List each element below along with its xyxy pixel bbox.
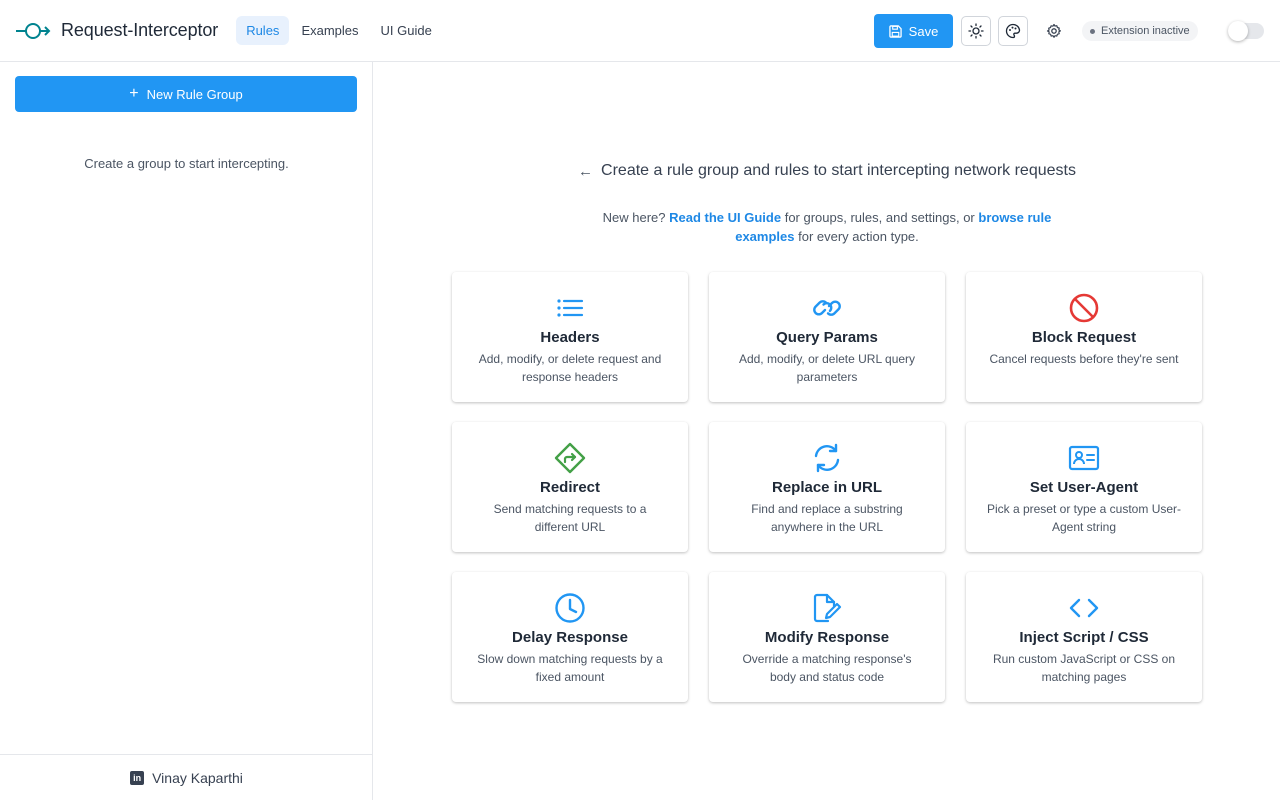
nav-tabs: Rules Examples UI Guide: [236, 16, 442, 45]
card-headers[interactable]: Headers Add, modify, or delete request a…: [452, 272, 688, 402]
new-rule-group-button[interactable]: + New Rule Group: [15, 76, 357, 112]
author-name: Vinay Kaparthi: [152, 769, 243, 786]
card-title: Block Request: [1031, 329, 1137, 346]
link-icon: [813, 300, 841, 316]
sidebar-empty-message: Create a group to start intercepting.: [84, 156, 289, 171]
id-card-icon: [1068, 445, 1100, 471]
card-description: Add, modify, or delete request and respo…: [478, 352, 662, 384]
linkedin-icon: in: [130, 770, 145, 785]
gear-icon: [1046, 23, 1061, 38]
card-description: Pick a preset or type a custom User-Agen…: [986, 502, 1182, 534]
sidebar-footer[interactable]: in Vinay Kaparthi: [0, 754, 373, 800]
card-query-params[interactable]: Query Params Add, modify, or delete URL …: [709, 272, 945, 402]
card-title: Set User-Agent: [1029, 479, 1139, 496]
status-dot: [1090, 28, 1095, 34]
card-modify-response[interactable]: Modify Response Override a matching resp…: [709, 572, 945, 702]
palette-button[interactable]: [998, 16, 1028, 46]
card-title: Headers: [540, 329, 600, 346]
card-description: Run custom JavaScript or CSS on matching…: [992, 652, 1176, 684]
card-title: Modify Response: [764, 629, 890, 646]
save-button[interactable]: Save: [874, 14, 953, 48]
sidebar: + New Rule Group Create a group to start…: [0, 62, 373, 800]
card-description: Override a matching response's body and …: [742, 652, 912, 684]
top-bar: Request-Interceptor Rules Examples UI Gu…: [0, 0, 1280, 62]
main-heading-text: Create a rule group and rules to start i…: [601, 162, 1076, 179]
plus-icon: +: [129, 85, 139, 102]
status-text: Extension inactive: [1101, 25, 1190, 37]
block-icon: [1069, 293, 1099, 323]
status-badge: Extension inactive: [1082, 21, 1198, 41]
redirect-icon: [554, 442, 586, 474]
card-title: Query Params: [776, 329, 878, 346]
tab-examples[interactable]: Examples: [291, 16, 368, 45]
card-inject-script[interactable]: Inject Script / CSS Run custom JavaScrip…: [966, 572, 1202, 702]
logo-icon: [16, 22, 51, 39]
clock-icon: [555, 593, 585, 623]
main-content: ← Create a rule group and rules to start…: [374, 62, 1280, 800]
main-heading: ← Create a rule group and rules to start…: [374, 162, 1280, 180]
list-icon: [557, 299, 584, 317]
save-icon: [888, 24, 902, 38]
ui-guide-link[interactable]: Read the UI Guide: [669, 210, 781, 225]
card-set-user-agent[interactable]: Set User-Agent Pick a preset or type a c…: [966, 422, 1202, 552]
card-delay-response[interactable]: Delay Response Slow down matching reques…: [452, 572, 688, 702]
edit-document-icon: [813, 593, 842, 623]
card-title: Redirect: [539, 479, 601, 496]
new-rule-group-label: New Rule Group: [146, 86, 243, 102]
help-suffix: for every action type.: [794, 229, 919, 244]
save-label: Save: [908, 23, 939, 39]
sun-icon: [968, 23, 984, 39]
extension-toggle[interactable]: [1228, 21, 1264, 41]
app-title: Request-Interceptor: [61, 20, 219, 40]
card-block-request[interactable]: Block Request Cancel requests before the…: [966, 272, 1202, 402]
help-prefix: New here?: [602, 210, 670, 225]
palette-icon: [1005, 23, 1021, 39]
card-description: Slow down matching requests by a fixed a…: [477, 652, 663, 684]
tab-rules[interactable]: Rules: [236, 16, 290, 45]
theme-toggle-button[interactable]: [961, 16, 991, 46]
card-description: Add, modify, or delete URL query paramet…: [738, 352, 916, 384]
card-title: Delay Response: [512, 629, 628, 646]
code-icon: [1069, 598, 1099, 618]
tab-ui-guide[interactable]: UI Guide: [371, 16, 442, 45]
card-title: Replace in URL: [771, 479, 883, 496]
help-text: New here? Read the UI Guide for groups, …: [574, 208, 1080, 246]
toggle-knob: [1228, 21, 1248, 41]
settings-button[interactable]: [1042, 19, 1066, 43]
card-replace-in-url[interactable]: Replace in URL Find and replace a substr…: [709, 422, 945, 552]
arrow-left-icon: ←: [578, 162, 594, 180]
card-description: Send matching requests to a different UR…: [493, 502, 647, 534]
card-redirect[interactable]: Redirect Send matching requests to a dif…: [452, 422, 688, 552]
card-description: Find and replace a substring anywhere in…: [751, 502, 903, 534]
help-middle: for groups, rules, and settings, or: [781, 210, 979, 225]
refresh-icon: [814, 443, 840, 473]
card-title: Inject Script / CSS: [1019, 629, 1149, 646]
card-description: Cancel requests before they're sent: [989, 352, 1179, 366]
app-logo: Request-Interceptor: [15, 20, 218, 42]
